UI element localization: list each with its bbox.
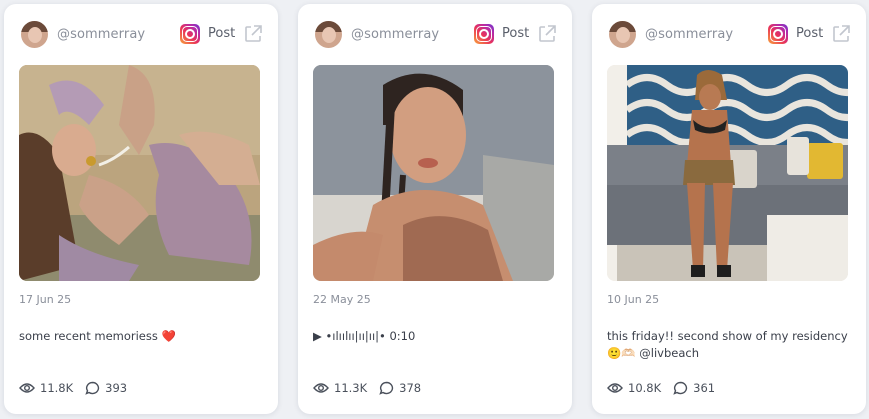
card-header: @sommerray Post xyxy=(19,21,263,49)
post-card[interactable]: @sommerray Post 17 Jun 25 some recent me… xyxy=(4,4,278,414)
post-caption: some recent memoriess ❤️ xyxy=(19,328,264,345)
post-type-label: Post xyxy=(502,26,530,41)
eye-icon xyxy=(313,383,329,393)
views-stat: 11.8K xyxy=(19,381,73,395)
comments-count: 393 xyxy=(105,381,128,395)
post-stats: 10.8K 361 xyxy=(607,379,727,397)
card-header: @sommerray Post xyxy=(607,21,851,49)
post-photo[interactable] xyxy=(313,65,554,281)
post-type-label: Post xyxy=(796,26,824,41)
post-card[interactable]: @sommerray Post 10 Jun 25 this friday!! … xyxy=(592,4,866,414)
views-count: 10.8K xyxy=(628,381,662,395)
views-count: 11.8K xyxy=(40,381,74,395)
views-stat: 11.3K xyxy=(313,381,367,395)
photo-woman-bikini-couch xyxy=(607,65,848,281)
post-stats: 11.8K 393 xyxy=(19,379,139,397)
avatar[interactable] xyxy=(21,21,48,48)
comments-count: 378 xyxy=(399,381,422,395)
post-stats: 11.3K 378 xyxy=(313,379,433,397)
caption-text: ▶ •ılıılıı|ıı|ıı|• 0:10 xyxy=(313,329,416,343)
comment-icon xyxy=(673,381,688,395)
instagram-icon xyxy=(768,24,788,44)
views-stat: 10.8K xyxy=(607,381,661,395)
avatar[interactable] xyxy=(609,21,636,48)
post-card[interactable]: @sommerray Post 22 May 25 ▶ •ılıılıı|ıı|… xyxy=(298,4,572,414)
username-handle[interactable]: @sommerray xyxy=(351,27,439,42)
instagram-icon xyxy=(180,24,200,44)
card-header: @sommerray Post xyxy=(313,21,557,49)
username-handle[interactable]: @sommerray xyxy=(645,27,733,42)
views-count: 11.3K xyxy=(334,381,368,395)
post-date: 10 Jun 25 xyxy=(607,293,660,306)
post-type-label: Post xyxy=(208,26,236,41)
post-date: 17 Jun 25 xyxy=(19,293,72,306)
photo-woman-braids xyxy=(313,65,554,281)
post-caption: ▶ •ılıılıı|ıı|ıı|• 0:10 xyxy=(313,328,558,345)
external-link-icon[interactable] xyxy=(536,23,558,45)
external-link-icon[interactable] xyxy=(830,23,852,45)
comment-icon xyxy=(85,381,100,395)
caption-emoji-mention: 🙂🫶🏻 @livbeach xyxy=(607,346,700,360)
caption-text: some recent memoriess xyxy=(19,329,158,343)
photo-woman-lilac-outfit xyxy=(19,65,260,281)
username-handle[interactable]: @sommerray xyxy=(57,27,145,42)
external-link-icon[interactable] xyxy=(242,23,264,45)
post-caption: this friday!! second show of my residenc… xyxy=(607,328,852,362)
comments-stat: 378 xyxy=(379,381,421,395)
instagram-icon xyxy=(474,24,494,44)
comments-count: 361 xyxy=(693,381,716,395)
post-photo[interactable] xyxy=(19,65,260,281)
eye-icon xyxy=(19,383,35,393)
comments-stat: 393 xyxy=(85,381,127,395)
caption-text: this friday!! second show of my residenc… xyxy=(607,329,848,343)
eye-icon xyxy=(607,383,623,393)
comments-stat: 361 xyxy=(673,381,715,395)
heart-emoji-icon: ❤️ xyxy=(161,329,176,343)
post-date: 22 May 25 xyxy=(313,293,371,306)
avatar[interactable] xyxy=(315,21,342,48)
comment-icon xyxy=(379,381,394,395)
post-photo[interactable] xyxy=(607,65,848,281)
